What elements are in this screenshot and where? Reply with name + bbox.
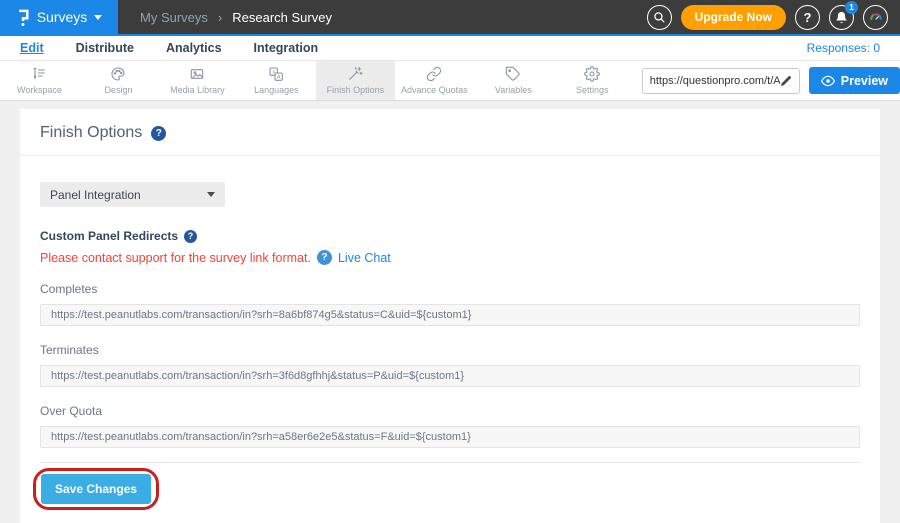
notifications-button[interactable]: 1: [829, 5, 854, 30]
red-highlight-annotation: Save Changes: [33, 468, 159, 510]
chevron-down-icon: [207, 192, 215, 197]
gauge-avatar-icon: [868, 9, 884, 25]
support-notice-row: Please contact support for the survey li…: [40, 250, 860, 265]
tab-media-library[interactable]: Media Library: [158, 61, 237, 100]
help-button[interactable]: ?: [795, 5, 820, 30]
live-chat-help-icon[interactable]: ?: [317, 250, 332, 265]
tab-finish-options[interactable]: Finish Options: [316, 61, 395, 100]
questionpro-logo-icon: [16, 8, 30, 27]
tag-icon: [505, 66, 521, 82]
finish-options-card: Finish Options ? Panel Integration Custo…: [20, 109, 880, 523]
chevron-down-icon: [94, 15, 102, 20]
completes-label: Completes: [40, 282, 860, 296]
card-body: Panel Integration Custom Panel Redirects…: [20, 156, 880, 523]
tab-settings[interactable]: Settings: [553, 61, 632, 100]
surveys-menu[interactable]: Surveys: [0, 0, 118, 34]
footer-divider: [40, 462, 860, 463]
dropdown-selected-value: Panel Integration: [50, 188, 141, 202]
notification-badge: 1: [845, 1, 858, 14]
image-icon: [189, 66, 205, 82]
nav-tab-distribute[interactable]: Distribute: [76, 41, 134, 55]
survey-url-input[interactable]: [650, 75, 780, 87]
page-title: Finish Options: [40, 124, 142, 142]
breadcrumb-separator: ›: [218, 10, 222, 25]
save-changes-button[interactable]: Save Changes: [41, 474, 151, 504]
svg-text:A: A: [277, 75, 281, 81]
translate-icon: xA: [268, 66, 284, 82]
tab-languages[interactable]: xA Languages: [237, 61, 316, 100]
completes-url-input[interactable]: [40, 304, 860, 326]
question-icon: ?: [804, 10, 812, 25]
tab-workspace[interactable]: Workspace: [0, 61, 79, 100]
nav-tab-analytics[interactable]: Analytics: [166, 41, 222, 55]
support-notice-text: Please contact support for the survey li…: [40, 251, 311, 265]
magic-wand-icon: [347, 66, 363, 82]
survey-url-box: [642, 68, 800, 94]
panel-integration-dropdown[interactable]: Panel Integration: [40, 182, 225, 207]
live-chat-link[interactable]: Live Chat: [338, 251, 391, 265]
gear-icon: [584, 66, 600, 82]
card-header: Finish Options ?: [20, 109, 880, 155]
header-actions: Upgrade Now ? 1: [647, 5, 888, 30]
search-button[interactable]: [647, 5, 672, 30]
terminates-label: Terminates: [40, 343, 860, 357]
search-icon: [653, 11, 666, 24]
breadcrumb: My Surveys › Research Survey: [140, 10, 332, 25]
breadcrumb-current-survey: Research Survey: [232, 10, 332, 25]
survey-nav: Edit Distribute Analytics Integration Re…: [0, 36, 900, 61]
terminates-url-input[interactable]: [40, 365, 860, 387]
tab-advance-quotas[interactable]: Advance Quotas: [395, 61, 474, 100]
eye-icon: [821, 74, 835, 88]
workspace-icon: [31, 66, 47, 82]
chain-link-icon: [426, 66, 442, 82]
top-header: Surveys My Surveys › Research Survey Upg…: [0, 0, 900, 36]
custom-panel-redirects-heading: Custom Panel Redirects ?: [40, 229, 860, 243]
bell-icon: [835, 11, 848, 24]
breadcrumb-my-surveys[interactable]: My Surveys: [140, 10, 208, 25]
responses-count: Responses: 0: [807, 41, 880, 55]
nav-tab-edit[interactable]: Edit: [20, 41, 44, 55]
nav-tab-integration[interactable]: Integration: [254, 41, 319, 55]
over-quota-label: Over Quota: [40, 404, 860, 418]
account-avatar[interactable]: [863, 5, 888, 30]
pencil-icon[interactable]: [780, 75, 792, 87]
main-content: Finish Options ? Panel Integration Custo…: [0, 101, 900, 517]
finish-options-help-icon[interactable]: ?: [151, 126, 166, 141]
over-quota-url-input[interactable]: [40, 426, 860, 448]
tab-design[interactable]: Design: [79, 61, 158, 100]
tab-variables[interactable]: Variables: [474, 61, 553, 100]
custom-panel-help-icon[interactable]: ?: [184, 230, 197, 243]
preview-button[interactable]: Preview: [809, 67, 900, 94]
upgrade-button[interactable]: Upgrade Now: [681, 5, 786, 30]
product-name: Surveys: [37, 9, 88, 25]
palette-icon: [110, 66, 126, 82]
edit-toolbar: Workspace Design Media Library xA Langua…: [0, 61, 900, 101]
